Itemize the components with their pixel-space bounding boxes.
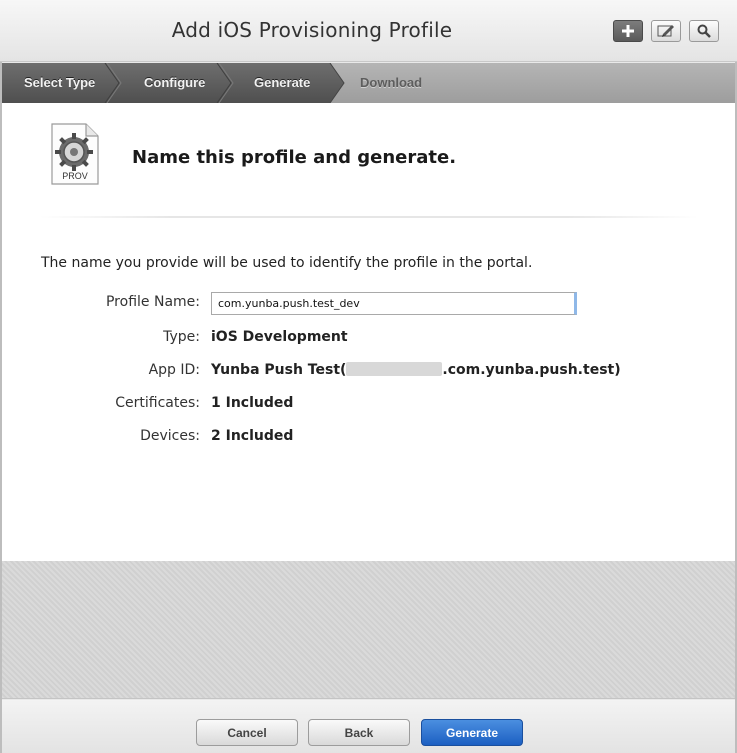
edit-button[interactable] [651,20,681,42]
add-button[interactable] [613,20,643,42]
app-id-row: App ID: Yunba Push Test( .com.yunba.push.… [2,360,735,382]
app-id-value: Yunba Push Test( .com.yunba.push.test) [211,362,621,378]
app-id-prefix: Yunba Push Test( [211,362,347,378]
search-button[interactable] [689,20,719,42]
profile-name-label: Profile Name: [105,294,200,310]
profile-name-row: Profile Name: [2,292,735,315]
certificates-label: Certificates: [115,395,200,411]
certificates-value: 1 Included [211,395,294,411]
step-download: Download [360,75,423,90]
page-title: Add iOS Provisioning Profile [171,18,453,42]
main-content: PROV Name this profile and generate. The… [2,103,735,561]
section-heading: Name this profile and generate. [132,147,457,168]
provisioning-profile-icon: PROV [51,123,99,185]
app-id-label: App ID: [148,362,200,378]
wizard-steps: Select Type Configure Generate Download [2,63,735,103]
app-id-suffix: .com.yunba.push.test) [442,362,621,378]
prov-icon-label: PROV [62,171,88,181]
generate-button[interactable]: Generate [421,719,523,746]
plus-icon [622,25,634,37]
gray-band [2,561,735,699]
step-configure: Configure [144,75,206,90]
type-label: Type: [163,329,200,345]
type-row: Type: iOS Development [2,327,735,349]
profile-name-input[interactable] [211,292,577,315]
devices-label: Devices: [140,428,200,444]
step-select-type: Select Type [24,75,96,90]
divider [40,216,698,218]
redacted-team-id [346,362,443,376]
header-bar: Add iOS Provisioning Profile [0,0,737,62]
description-text: The name you provide will be used to ide… [41,255,533,271]
devices-value: 2 Included [211,428,294,444]
type-value: iOS Development [211,329,348,345]
search-icon [697,24,711,38]
cancel-button[interactable]: Cancel [196,719,298,746]
step-generate: Generate [254,75,311,90]
devices-row: Devices: 2 Included [2,426,735,448]
certificates-row: Certificates: 1 Included [2,393,735,415]
back-button[interactable]: Back [308,719,410,746]
pencil-icon [657,25,674,37]
